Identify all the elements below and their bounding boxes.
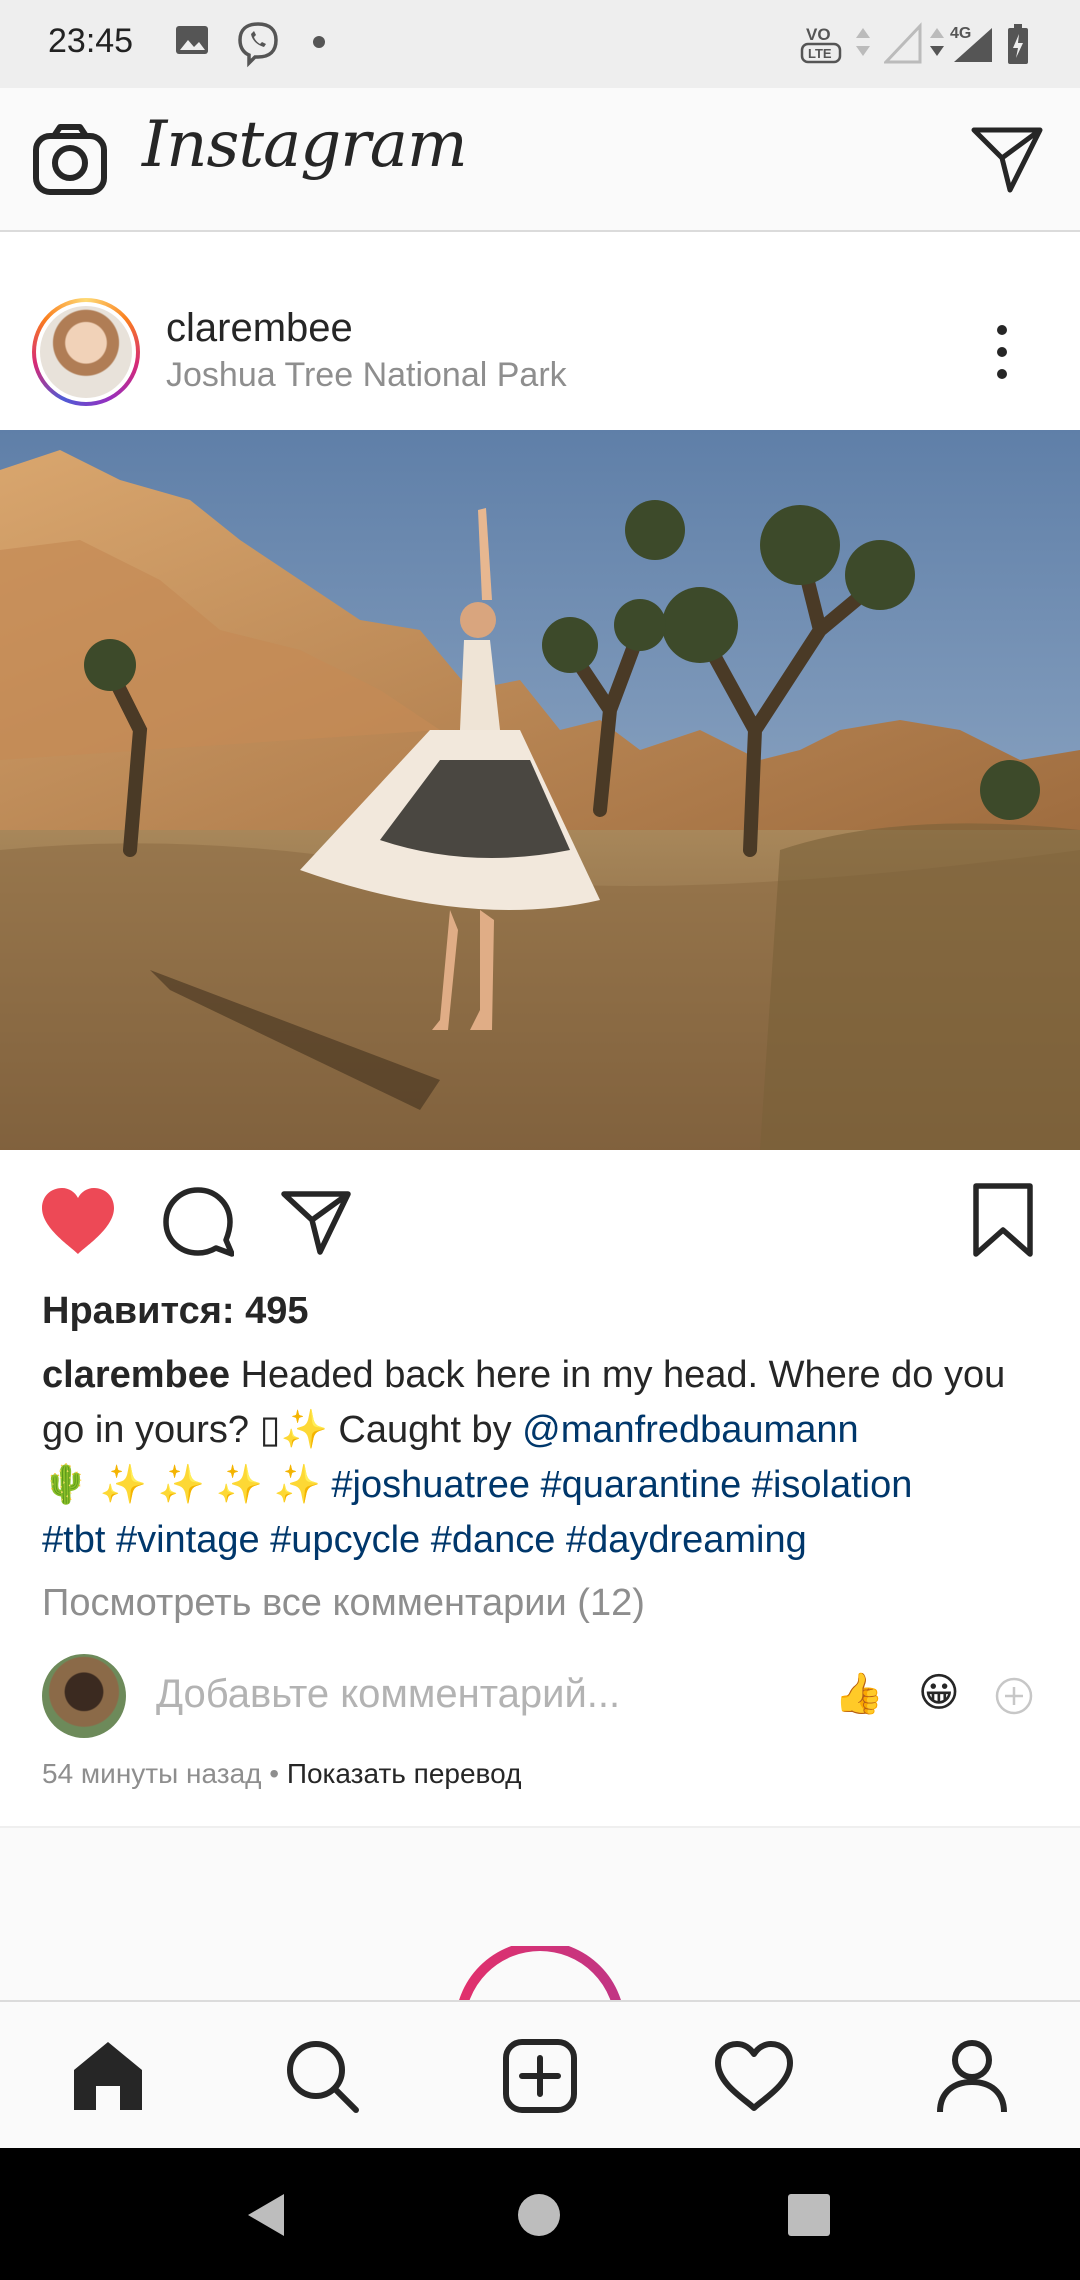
comment-icon[interactable] (162, 1186, 234, 1258)
home-icon[interactable] (68, 2036, 148, 2116)
post-photo[interactable] (0, 430, 1080, 1150)
home-circle-icon[interactable] (516, 2192, 562, 2238)
story-avatar[interactable] (32, 298, 140, 406)
add-reaction-icon[interactable] (994, 1676, 1034, 1716)
desert-dancer-image (0, 430, 1080, 1150)
profile-icon[interactable] (932, 2036, 1012, 2116)
camera-icon[interactable] (32, 122, 108, 198)
mention-link[interactable]: @manfredbaumann (522, 1409, 858, 1451)
thumbs-up-reaction[interactable]: 👍 (834, 1670, 884, 1717)
battery-icon (1008, 24, 1028, 64)
post-action-bar (0, 1150, 1080, 1300)
status-time: 23:45 (48, 22, 134, 60)
my-avatar (42, 1654, 126, 1738)
dot-icon (313, 36, 325, 48)
hashtags-line-1[interactable]: #joshuatree #quarantine #isolation (331, 1464, 912, 1506)
add-post-icon[interactable] (500, 2036, 580, 2116)
svg-text:VO: VO (806, 25, 831, 44)
post-header: clarembee Joshua Tree National Park (0, 262, 1080, 430)
sparkle-emoji: ✨ (280, 1409, 328, 1451)
post-location[interactable]: Joshua Tree National Park (166, 356, 567, 395)
post-username[interactable]: clarembee (166, 306, 353, 351)
bottom-navigation (0, 2000, 1080, 2148)
activity-icon[interactable] (714, 2036, 794, 2116)
caption-emoji-line: 🌵 ✨ ✨ ✨ ✨ (42, 1464, 332, 1506)
back-icon[interactable] (244, 2190, 288, 2240)
caption-username[interactable]: clarembee (42, 1354, 230, 1396)
more-icon[interactable] (990, 322, 1014, 382)
likes-count[interactable]: Нравится: 495 (42, 1290, 309, 1333)
view-all-comments-link[interactable]: Посмотреть все комментарии (12) (42, 1582, 645, 1625)
signal-sim1-icon (884, 22, 922, 64)
caption-text-2: Caught by (327, 1409, 523, 1451)
post-time: 54 минуты назад (42, 1758, 262, 1789)
signal-4g-icon: 4G (950, 25, 992, 62)
status-bar: 23:45 VO LTE 4G (0, 0, 1080, 88)
next-post-area (0, 1828, 1080, 2000)
next-story-ring (459, 1946, 621, 2000)
viber-notification-icon (238, 22, 278, 68)
hashtags-line-2[interactable]: #tbt #vintage #upcycle #dance #daydreami… (42, 1519, 807, 1561)
show-translation-link[interactable]: Показать перевод (287, 1758, 522, 1789)
system-navigation-bar (0, 2148, 1080, 2280)
data-arrows-icon (856, 28, 870, 56)
instagram-logo: Instagram (142, 108, 468, 182)
recents-icon[interactable] (786, 2192, 832, 2238)
bookmark-icon[interactable] (972, 1182, 1034, 1258)
avatar (40, 306, 132, 398)
post-meta-row: 54 минуты назад • Показать перевод (42, 1758, 521, 1790)
meta-separator: • (261, 1758, 287, 1789)
share-icon[interactable] (280, 1186, 352, 1258)
post-caption: clarembee Headed back here in my head. W… (42, 1348, 1042, 1568)
data-arrows-icon (930, 28, 944, 56)
comment-input[interactable]: Добавьте комментарий... (156, 1672, 620, 1717)
direct-icon[interactable] (970, 122, 1044, 196)
grin-reaction[interactable]: 😀 (918, 1670, 960, 1716)
volte-icon: VO LTE (800, 25, 842, 64)
gallery-notification-icon (176, 26, 208, 54)
unsupported-glyph: ▯ (259, 1409, 281, 1451)
heart-filled-icon[interactable] (40, 1186, 116, 1256)
app-header: Instagram (0, 88, 1080, 232)
search-icon[interactable] (282, 2036, 362, 2116)
svg-text:4G: 4G (950, 25, 971, 42)
svg-text:LTE: LTE (808, 46, 832, 61)
